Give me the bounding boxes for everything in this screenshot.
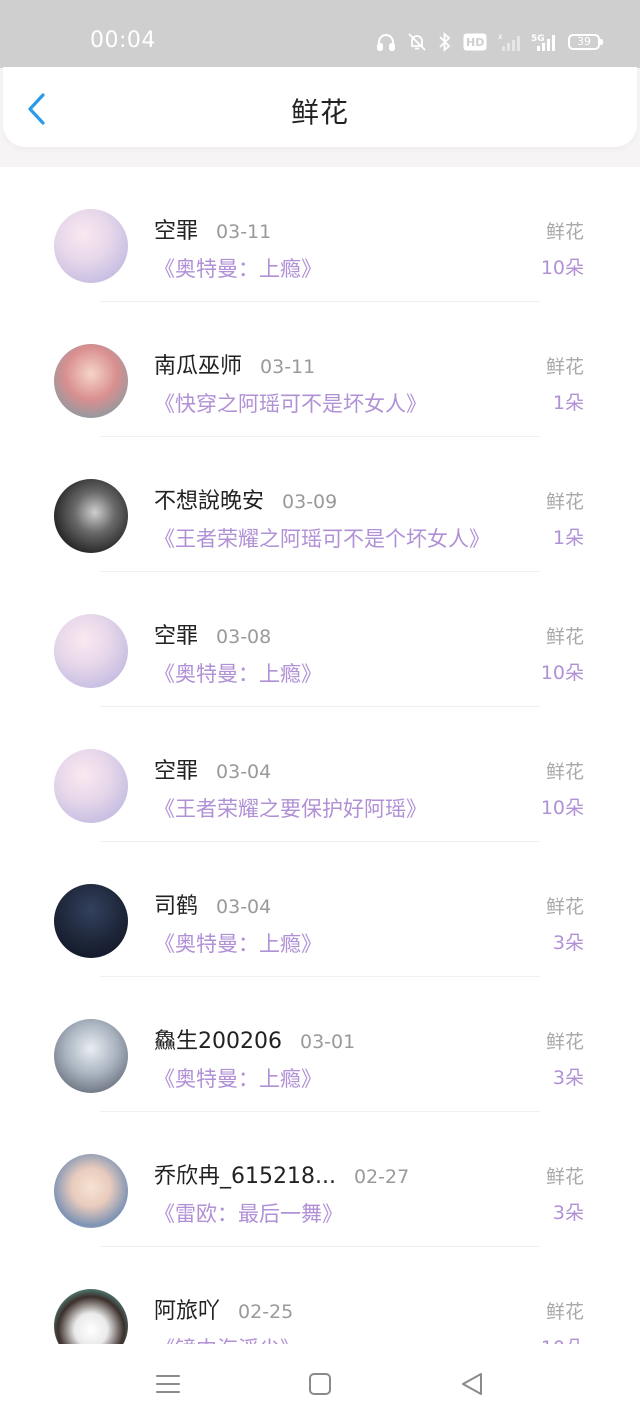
- user-name: 司鹤: [154, 894, 199, 919]
- book-title-link[interactable]: 《王者荣耀之要保护好阿瑶》: [154, 793, 427, 823]
- avatar[interactable]: [54, 1019, 128, 1093]
- gift-type: 鲜花: [545, 1166, 584, 1188]
- user-name-line: 南瓜巫师 03-11: [154, 348, 315, 380]
- user-name-line: 司鹤 03-04: [154, 888, 271, 920]
- gift-type: 鲜花: [545, 1031, 584, 1053]
- avatar[interactable]: [54, 749, 128, 823]
- gift-type: 鲜花: [545, 491, 584, 513]
- user-name: 空罪: [154, 759, 199, 784]
- gift-count: 10朵: [540, 662, 584, 684]
- signal-5g-icon: 5G: [531, 32, 557, 52]
- user-name: 阿旅吖: [154, 1299, 221, 1324]
- gift-count: 1朵: [552, 392, 584, 414]
- list-item[interactable]: 鱻生200206 03-01 《奥特曼：上瘾》 鲜花 3朵: [0, 977, 640, 1112]
- user-name: 南瓜巫师: [154, 354, 243, 379]
- gift-type: 鲜花: [545, 761, 584, 783]
- user-name-line: 空罪 03-04: [154, 753, 271, 785]
- user-name-line: 空罪 03-08: [154, 618, 271, 650]
- home-square-icon: [309, 1373, 331, 1395]
- avatar[interactable]: [54, 344, 128, 418]
- headphones-icon: [376, 32, 396, 52]
- item-date: 02-25: [238, 1301, 294, 1323]
- gift-count: 3朵: [552, 1067, 584, 1089]
- item-date: 03-01: [299, 1031, 356, 1053]
- header: 鲜花: [3, 67, 637, 147]
- gift-count: 10朵: [541, 1333, 584, 1344]
- item-date: 03-11: [260, 356, 316, 378]
- avatar[interactable]: [54, 209, 128, 283]
- book-title-link[interactable]: 《奥特曼：上瘾》: [154, 658, 322, 688]
- list-item[interactable]: 空罪 03-04 《王者荣耀之要保护好阿瑶》 鲜花 10朵: [0, 707, 640, 842]
- avatar[interactable]: [54, 479, 128, 553]
- item-date: 03-04: [216, 896, 272, 918]
- status-icons: HD x 5G 39: [376, 30, 603, 54]
- avatar[interactable]: [54, 1154, 128, 1228]
- gift-type: 鲜花: [545, 356, 584, 378]
- list-item[interactable]: 不想說晚安 03-09 《王者荣耀之阿瑶可不是个坏女人》 鲜花 1朵: [0, 437, 640, 572]
- hd-icon: HD: [463, 33, 487, 51]
- gift-count: 10朵: [540, 797, 584, 819]
- user-name: 不想說晚安: [154, 489, 265, 514]
- book-title-link[interactable]: 《奥特曼：上瘾》: [154, 253, 322, 283]
- gift-count: 3朵: [552, 1202, 584, 1224]
- gift-type: 鲜花: [545, 896, 584, 918]
- avatar[interactable]: [54, 884, 128, 958]
- list-item[interactable]: 空罪 03-11 《奥特曼：上瘾》 鲜花 10朵: [0, 167, 640, 302]
- gift-count: 10朵: [540, 257, 584, 279]
- book-title-link[interactable]: 《雷欧：最后一舞》: [154, 1198, 343, 1228]
- gift-type: 鲜花: [545, 626, 584, 648]
- navigation-bar: [0, 1344, 640, 1422]
- svg-text:5G: 5G: [531, 34, 545, 44]
- list-item[interactable]: 阿旅吖 02-25 《镜中海浮尘》 鲜花 10朵: [0, 1247, 640, 1344]
- svg-text:x: x: [498, 32, 503, 41]
- svg-text:HD: HD: [466, 36, 484, 49]
- item-date: 03-11: [216, 221, 272, 243]
- bluetooth-icon: [438, 32, 452, 52]
- book-title-link[interactable]: 《快穿之阿瑶可不是坏女人》: [154, 388, 427, 418]
- list-item[interactable]: 南瓜巫师 03-11 《快穿之阿瑶可不是坏女人》 鲜花 1朵: [0, 302, 640, 437]
- bell-off-icon: [407, 32, 427, 52]
- book-title-link[interactable]: 《王者荣耀之阿瑶可不是个坏女人》: [154, 523, 490, 553]
- user-name-line: 空罪 03-11: [154, 213, 271, 245]
- book-title-link[interactable]: 《奥特曼：上瘾》: [154, 1063, 322, 1093]
- item-date: 03-08: [216, 626, 272, 648]
- user-name-line: 不想說晚安 03-09: [154, 483, 337, 515]
- item-date: 02-27: [353, 1166, 410, 1188]
- book-title-link[interactable]: 《镜中海浮尘》: [154, 1333, 301, 1344]
- back-triangle-icon: [462, 1373, 482, 1395]
- user-name-line: 鱻生200206 03-01: [154, 1023, 355, 1055]
- gift-count: 3朵: [552, 932, 584, 954]
- item-date: 03-04: [216, 761, 272, 783]
- system-back-button[interactable]: [458, 1370, 486, 1398]
- gift-type: 鲜花: [545, 1301, 584, 1323]
- user-name: 乔欣冉_615218...: [154, 1164, 336, 1189]
- user-name: 空罪: [154, 624, 199, 649]
- user-name-line: 阿旅吖 02-25: [154, 1293, 293, 1325]
- page-title: 鲜花: [290, 96, 349, 129]
- list-item[interactable]: 乔欣冉_615218... 02-27 《雷欧：最后一舞》 鲜花 3朵: [0, 1112, 640, 1247]
- gift-type: 鲜花: [545, 221, 584, 243]
- status-time: 00:04: [90, 28, 156, 53]
- flower-list: 空罪 03-11 《奥特曼：上瘾》 鲜花 10朵 南瓜巫师 03-11 《快穿之阿瑶…: [0, 167, 640, 1344]
- user-name-line: 乔欣冉_615218... 02-27: [154, 1158, 409, 1190]
- item-date: 03-09: [282, 491, 338, 513]
- recent-apps-button[interactable]: [154, 1370, 182, 1398]
- book-title-link[interactable]: 《奥特曼：上瘾》: [154, 928, 322, 958]
- list-item[interactable]: 空罪 03-08 《奥特曼：上瘾》 鲜花 10朵: [0, 572, 640, 707]
- avatar[interactable]: [54, 614, 128, 688]
- user-name: 鱻生200206: [154, 1029, 282, 1054]
- list-item[interactable]: 司鹤 03-04 《奥特曼：上瘾》 鲜花 3朵: [0, 842, 640, 977]
- user-name: 空罪: [154, 219, 199, 244]
- battery-icon: 39: [568, 34, 603, 50]
- gift-count: 1朵: [552, 527, 584, 549]
- signal-x-icon: x: [498, 32, 520, 52]
- menu-icon: [156, 1375, 180, 1393]
- avatar[interactable]: [54, 1289, 128, 1344]
- home-button[interactable]: [306, 1370, 334, 1398]
